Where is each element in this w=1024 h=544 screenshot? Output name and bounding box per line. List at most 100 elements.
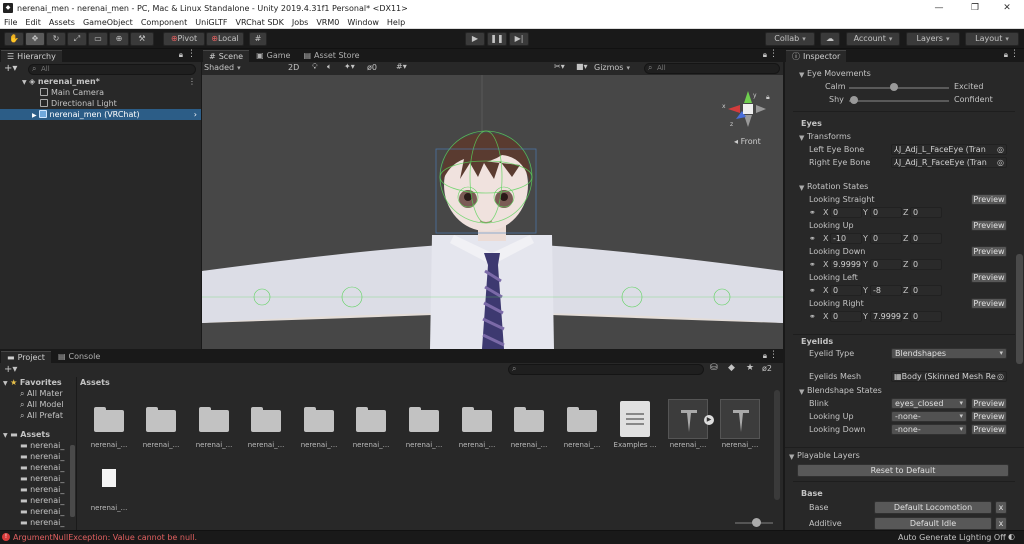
model-asset-icon[interactable] xyxy=(720,399,760,439)
blendshape-states-foldout[interactable]: Blendshape States xyxy=(807,386,882,395)
assets-header[interactable]: ▼ ▬ Assets xyxy=(3,429,50,440)
prefab-open-arrow-icon[interactable]: › xyxy=(194,109,197,120)
hand-tool-icon[interactable]: ✋ xyxy=(4,32,24,46)
project-search[interactable] xyxy=(508,364,704,375)
pause-button[interactable]: ❚❚ xyxy=(487,32,507,46)
menu-window[interactable]: Window xyxy=(343,18,383,27)
folder-icon[interactable] xyxy=(198,406,230,432)
audio-toggle-icon[interactable]: 🔈︎ xyxy=(327,62,332,72)
rotation-y-field[interactable]: 0 xyxy=(870,233,902,244)
preview-button[interactable]: Preview xyxy=(971,194,1007,205)
lock-icon[interactable]: 🔒︎ xyxy=(1004,50,1008,60)
play-button[interactable]: ▶ xyxy=(465,32,485,46)
layout-dropdown[interactable]: Layout xyxy=(965,32,1019,46)
calm-excited-slider[interactable] xyxy=(849,87,949,89)
eyelid-type-dropdown[interactable]: Blendshapes xyxy=(891,348,1007,359)
custom-tool-icon[interactable]: ⚒ xyxy=(130,32,154,46)
rect-tool-icon[interactable]: ▭ xyxy=(88,32,108,46)
rotation-x-field[interactable]: 0 xyxy=(830,207,862,218)
asset-folder-item[interactable]: ▬ nerenai_ xyxy=(20,484,64,495)
rotation-x-field[interactable]: 0 xyxy=(830,285,862,296)
rotation-y-field[interactable]: 0 xyxy=(870,207,902,218)
preview-button[interactable]: Preview xyxy=(971,220,1007,231)
scene-menu-icon[interactable]: ⋮ xyxy=(188,76,196,87)
effects-toggle-icon[interactable]: ✦▾ xyxy=(344,62,355,71)
rotation-z-field[interactable]: 0 xyxy=(910,207,942,218)
project-breadcrumb[interactable]: Assets xyxy=(80,378,110,387)
tab-project[interactable]: ▬ Project xyxy=(1,351,51,363)
folder-icon[interactable] xyxy=(408,406,440,432)
scene-search[interactable]: All xyxy=(644,63,780,74)
cloud-icon[interactable]: ☁ xyxy=(820,32,840,46)
scene-viewport[interactable] xyxy=(202,75,783,349)
preview-button[interactable]: Preview xyxy=(971,246,1007,257)
favorite-item[interactable]: ⌕ All Mater xyxy=(20,388,63,399)
layers-dropdown[interactable]: Layers xyxy=(906,32,960,46)
rotation-x-field[interactable]: -10 xyxy=(830,233,862,244)
favorite-item[interactable]: ⌕ All Model xyxy=(20,399,64,410)
blendshape-dropdown[interactable]: -none- xyxy=(891,424,967,435)
asset-folder-item[interactable]: ▬ nerenai_ xyxy=(20,440,64,451)
gizmo-view-label[interactable]: ◂ Front xyxy=(734,137,761,146)
menu-unigltf[interactable]: UniGLTF xyxy=(191,18,231,27)
menu-component[interactable]: Component xyxy=(137,18,191,27)
menu-help[interactable]: Help xyxy=(383,18,409,27)
menu-kebab-icon[interactable]: ⋮ xyxy=(769,49,778,59)
transform-tool-icon[interactable]: ⊕ xyxy=(109,32,129,46)
account-dropdown[interactable]: Account xyxy=(846,32,900,46)
search-by-label-icon[interactable]: ◆ xyxy=(728,363,735,373)
document-icon[interactable] xyxy=(620,401,650,437)
tab-game[interactable]: ▣ Game xyxy=(250,50,297,62)
move-tool-icon[interactable]: ✥ xyxy=(25,32,45,46)
left-eye-bone-field[interactable]: ⅄J_Adj_L_FaceEye (Tran xyxy=(891,144,1007,155)
preview-button[interactable]: Preview xyxy=(971,298,1007,309)
rotation-y-field[interactable]: 0 xyxy=(870,259,902,270)
favorites-header[interactable]: ▼ ★ Favorites xyxy=(3,377,62,388)
tab-asset-store[interactable]: ▤ Asset Store xyxy=(297,50,366,62)
menu-file[interactable]: File xyxy=(0,18,21,27)
folder-icon[interactable] xyxy=(461,406,493,432)
folder-icon[interactable] xyxy=(513,406,545,432)
preview-button[interactable]: Preview xyxy=(971,272,1007,283)
hierarchy-item-avatar[interactable]: ▶ nerenai_men (VRChat) › xyxy=(0,109,201,120)
search-by-type-icon[interactable]: ⛁ xyxy=(710,363,718,373)
favorite-star-icon[interactable]: ★ xyxy=(746,363,754,373)
blendshape-dropdown[interactable]: eyes_closed xyxy=(891,398,967,409)
rotation-z-field[interactable]: 0 xyxy=(910,311,942,322)
lighting-status[interactable]: Auto Generate Lighting Off xyxy=(898,533,1006,542)
tree-scrollbar[interactable] xyxy=(70,445,75,517)
add-object-button[interactable]: +▾ xyxy=(4,63,17,74)
tab-console[interactable]: ▤ Console xyxy=(51,351,107,363)
rotation-x-field[interactable]: 0 xyxy=(830,311,862,322)
layer-controller-button[interactable]: Default Locomotion xyxy=(874,501,992,514)
asset-folder-item[interactable]: ▬ nerenai_ xyxy=(20,473,64,484)
folder-icon[interactable] xyxy=(566,406,598,432)
2d-toggle[interactable]: 2D xyxy=(288,63,299,72)
menu-edit[interactable]: Edit xyxy=(21,18,45,27)
menu-kebab-icon[interactable]: ⋮ xyxy=(1010,49,1019,59)
lighting-toggle-icon[interactable]: 💡︎ xyxy=(312,62,318,72)
tools-icon[interactable]: ✂▾ xyxy=(554,62,565,71)
rotation-y-field[interactable]: -8 xyxy=(870,285,902,296)
asset-folder-item[interactable]: ▬ nerenai_ xyxy=(20,517,64,528)
menu-vrm0[interactable]: VRM0 xyxy=(312,18,343,27)
preview-button[interactable]: Preview xyxy=(971,398,1007,409)
file-icon[interactable] xyxy=(102,469,116,487)
inspector-scrollbar[interactable] xyxy=(1016,254,1023,364)
hidden-packages-toggle[interactable]: ø2 xyxy=(762,364,772,373)
grid-scrollbar[interactable] xyxy=(774,390,780,500)
create-asset-button[interactable]: +▾ xyxy=(4,364,17,375)
right-eye-bone-field[interactable]: ⅄J_Adj_R_FaceEye (Tran xyxy=(891,157,1007,168)
icon-size-slider-thumb[interactable] xyxy=(752,518,761,527)
grid-snap-icon[interactable]: # xyxy=(249,32,267,46)
model-asset-icon[interactable] xyxy=(668,399,708,439)
lock-icon[interactable]: 🔒︎ xyxy=(763,351,767,361)
folder-icon[interactable] xyxy=(303,406,335,432)
maximize-button[interactable]: ❐ xyxy=(958,0,992,16)
expand-model-icon[interactable]: ▶ xyxy=(704,415,714,425)
menu-gameobject[interactable]: GameObject xyxy=(79,18,137,27)
calm-excited-thumb[interactable] xyxy=(890,83,898,91)
preview-button[interactable]: Preview xyxy=(971,424,1007,435)
gizmos-dropdown[interactable]: Gizmos xyxy=(594,63,630,72)
close-button[interactable]: ✕ xyxy=(990,0,1024,16)
